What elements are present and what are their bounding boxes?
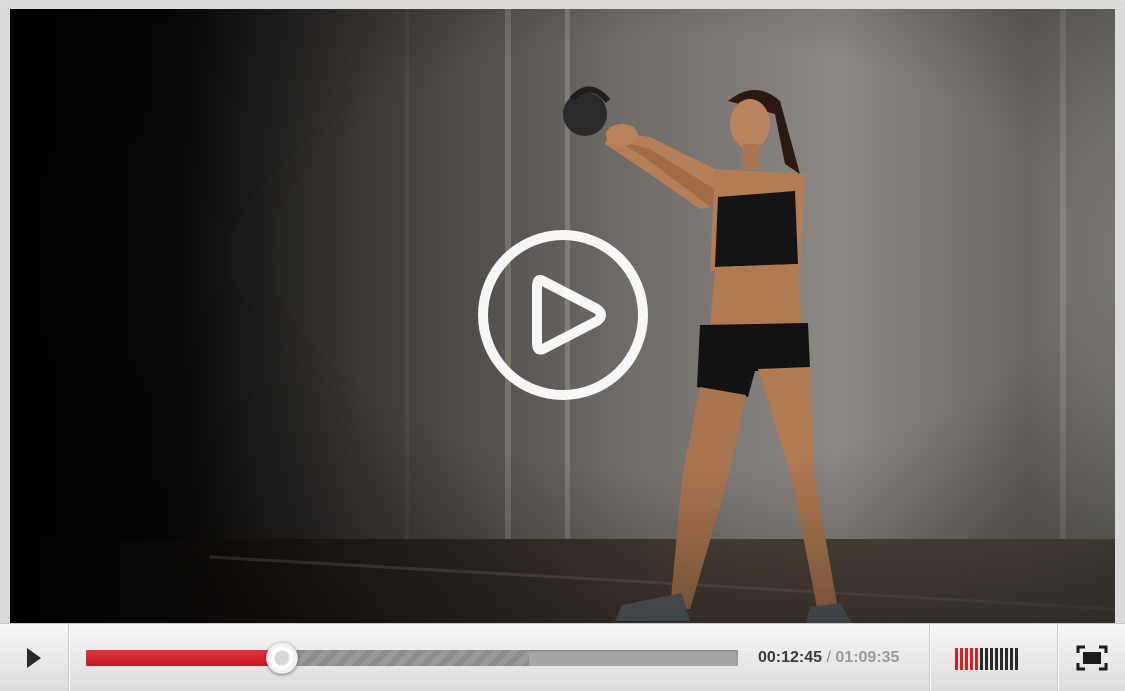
video-player: 00:12:45 / 01:09:35 xyxy=(0,0,1125,691)
volume-bar-inactive[interactable] xyxy=(980,648,983,670)
seek-thumb[interactable] xyxy=(265,642,298,674)
fullscreen-icon xyxy=(1076,645,1107,670)
fullscreen-button[interactable] xyxy=(1058,624,1125,691)
total-time: 01:09:35 xyxy=(835,649,900,666)
divider xyxy=(929,624,930,691)
volume-bar-inactive[interactable] xyxy=(1015,648,1018,670)
volume-control[interactable] xyxy=(955,646,1035,670)
volume-bar-active[interactable] xyxy=(960,648,963,670)
volume-bar-inactive[interactable] xyxy=(990,648,993,670)
current-time: 00:12:45 xyxy=(758,649,823,666)
volume-bar-inactive[interactable] xyxy=(995,648,998,670)
seek-played xyxy=(86,650,282,666)
volume-bar-active[interactable] xyxy=(975,648,978,670)
play-circle-icon xyxy=(478,230,648,400)
volume-bar-active[interactable] xyxy=(970,648,973,670)
volume-bar-active[interactable] xyxy=(955,648,958,670)
volume-bar-inactive[interactable] xyxy=(1000,648,1003,670)
time-separator: / xyxy=(822,649,836,666)
seek-bar[interactable] xyxy=(86,642,738,674)
time-display: 00:12:45 / 01:09:35 xyxy=(758,648,899,668)
volume-bar-inactive[interactable] xyxy=(985,648,988,670)
volume-bar-inactive[interactable] xyxy=(1010,648,1013,670)
volume-bar-inactive[interactable] xyxy=(1005,648,1008,670)
video-frame[interactable] xyxy=(10,9,1115,623)
big-play-button[interactable] xyxy=(477,229,649,401)
play-icon xyxy=(27,647,41,668)
control-bar: 00:12:45 / 01:09:35 xyxy=(0,623,1125,691)
volume-bar-active[interactable] xyxy=(965,648,968,670)
play-button[interactable] xyxy=(0,624,69,691)
